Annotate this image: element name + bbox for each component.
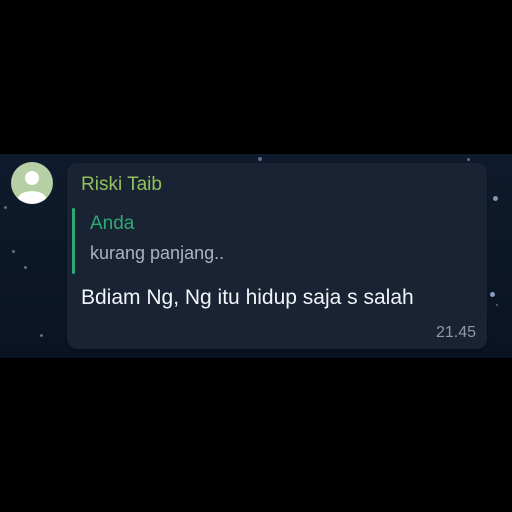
background-star [24, 266, 27, 269]
reply-author: Anda [90, 213, 135, 234]
reply-accent-bar [72, 208, 75, 274]
sender-avatar[interactable] [11, 162, 53, 204]
screenshot-frame: Riski Taib Anda kurang panjang.. Bdiam N… [0, 0, 512, 512]
background-star [12, 250, 15, 253]
sender-name[interactable]: Riski Taib [81, 174, 162, 196]
reply-text: kurang panjang.. [90, 243, 225, 263]
background-star [40, 334, 43, 337]
background-star [467, 158, 470, 161]
message-timestamp: 21.45 [435, 324, 476, 341]
quoted-reply[interactable]: Anda kurang panjang.. [72, 208, 332, 274]
user-placeholder-icon [18, 171, 46, 204]
background-star [490, 292, 495, 297]
background-star [258, 157, 262, 161]
message-bubble[interactable]: Riski Taib Anda kurang panjang.. Bdiam N… [67, 163, 487, 349]
background-star [496, 304, 498, 306]
background-star [493, 196, 498, 201]
message-text: Bdiam Ng, Ng itu hidup saja s salah [81, 286, 414, 309]
background-star [4, 206, 7, 209]
